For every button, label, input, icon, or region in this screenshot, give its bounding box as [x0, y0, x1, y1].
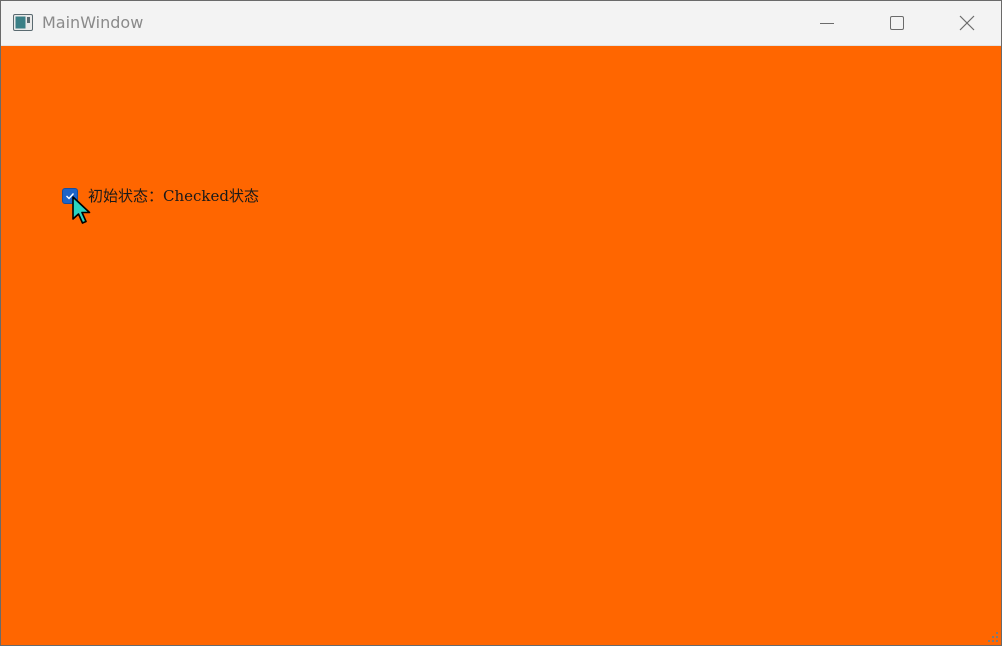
resize-grip-icon[interactable]: [987, 631, 999, 643]
maximize-icon: [890, 16, 904, 30]
checkbox-label[interactable]: 初始状态：Checked状态: [88, 186, 259, 206]
app-icon: [13, 14, 33, 31]
window-title: MainWindow: [42, 13, 144, 32]
title-bar[interactable]: MainWindow: [1, 1, 1001, 46]
close-button[interactable]: [932, 1, 1001, 45]
minimize-button[interactable]: [792, 1, 862, 45]
client-area: 初始状态：Checked状态: [1, 46, 1001, 645]
minimize-icon: [820, 23, 834, 24]
close-icon: [959, 15, 975, 31]
maximize-button[interactable]: [862, 1, 932, 45]
main-window: MainWindow 初始状态：Checked状态: [0, 0, 1002, 646]
mouse-cursor-icon: [72, 196, 91, 224]
